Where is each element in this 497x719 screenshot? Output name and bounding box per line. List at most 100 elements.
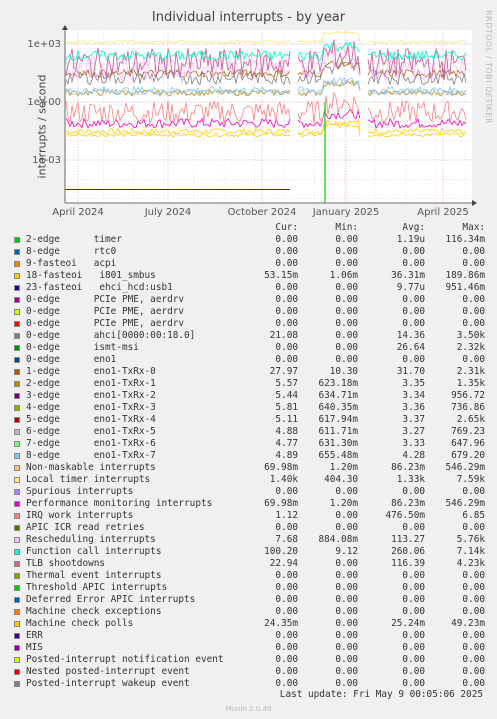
legend-value-min: 0.00 <box>335 642 358 653</box>
legend-swatch <box>14 609 20 615</box>
legend-value-max: 116.34m <box>445 234 485 245</box>
legend-row: Machine check polls 24.35m 0.00 25.24m 49.23… <box>12 618 492 630</box>
legend-swatch <box>14 537 20 543</box>
legend-swatch <box>14 489 20 495</box>
legend-label: Machine check exceptions <box>26 606 162 617</box>
legend-label: 4-edge eno1-TxRx-3 <box>26 402 156 413</box>
legend-value-min: 0.00 <box>335 246 358 257</box>
legend-label: MIS <box>26 642 43 653</box>
legend-label: 0-edge PCIe PME, aerdrv <box>26 306 185 317</box>
legend-value-min: 0.00 <box>335 570 358 581</box>
legend-swatch <box>14 417 20 423</box>
legend-swatch <box>14 297 20 303</box>
legend-row: 6-edge eno1-TxRx-5 4.88 611.71m 3.27 769.23 <box>12 426 492 438</box>
chart-svg: 1e+03 1e+00 1e-03 April 2024 July 2024 Octobe… <box>27 25 477 218</box>
legend-value-max: 2.65k <box>456 414 485 425</box>
legend-swatch <box>14 681 20 687</box>
legend-row: 0-edge PCIe PME, aerdrv 0.00 0.00 0.00 0.00 <box>12 294 492 306</box>
legend-row: 9-fasteoi acpi 0.00 0.00 0.00 0.00 <box>12 258 492 270</box>
legend-row: Function call interrupts 100.20 9.12 260.06… <box>12 546 492 558</box>
legend-row: Non-maskable interrupts 69.98m 1.20m 86.23m… <box>12 462 492 474</box>
legend-value-min: 0.00 <box>335 522 358 533</box>
legend-swatch <box>14 645 20 651</box>
legend-value-min: 631.30m <box>318 438 358 449</box>
legend-swatch <box>14 393 20 399</box>
legend-row: Performance monitoring interrupts 69.98m 1… <box>12 498 492 510</box>
legend-value-min: 617.94m <box>318 414 358 425</box>
legend-value-max: 0.00 <box>462 354 485 365</box>
legend-value-max: 2.31k <box>456 366 485 377</box>
legend-swatch <box>14 381 20 387</box>
legend-value-min: 0.00 <box>335 294 358 305</box>
x-axis-arrow <box>472 200 477 206</box>
legend-swatch <box>14 453 20 459</box>
legend-value-max: 679.20 <box>451 450 485 461</box>
legend-value-max: 4.23k <box>456 558 485 569</box>
legend-label: Spurious interrupts <box>26 486 134 497</box>
legend-value-min: 0.00 <box>335 654 358 665</box>
legend-row: 8-edge rtc0 0.00 0.00 0.00 0.00 <box>12 246 492 258</box>
legend-swatch <box>14 285 20 291</box>
legend-swatch <box>14 465 20 471</box>
legend-value-max: 2.32k <box>456 342 485 353</box>
legend-row: 0-edge PCIe PME, aerdrv 0.00 0.00 0.00 0.00 <box>12 306 492 318</box>
legend-value-min: 0.00 <box>335 606 358 617</box>
legend-value-max: 0.00 <box>462 654 485 665</box>
legend-label: IRQ work interrupts <box>26 510 134 521</box>
legend-value-max: 5.76k <box>456 534 485 545</box>
legend-label: Machine check polls <box>26 618 134 629</box>
legend-value-min: 0.00 <box>335 234 358 245</box>
legend-value-min: 10.30 <box>329 366 358 377</box>
legend-row: Local timer interrupts 1.40k 404.30 1.33k 7.… <box>12 474 492 486</box>
legend-row: 23-fasteoi ehci_hcd:usb1 0.00 0.00 9.77u 951… <box>12 282 492 294</box>
legend-label: 3-edge eno1-TxRx-2 <box>26 390 156 401</box>
legend-row: 0-edge ismt-msi 0.00 0.00 26.64 2.32k <box>12 342 492 354</box>
legend-value-min: 0.00 <box>335 678 358 689</box>
legend-value-max: 0.00 <box>462 666 485 677</box>
legend-value-max: 647.96 <box>451 438 485 449</box>
legend-value-max: 0.00 <box>462 246 485 257</box>
legend-value-max: 0.00 <box>462 258 485 269</box>
legend-value-max: 0.00 <box>462 582 485 593</box>
legend-row: Deferred Error APIC interrupts 0.00 0.00 0.… <box>12 594 492 606</box>
legend-value-max: 0.00 <box>462 306 485 317</box>
legend-header-min: Min: <box>335 222 358 233</box>
legend-label: 2-edge eno1-TxRx-1 <box>26 378 156 389</box>
munin-version: Munin 2.0.49 <box>225 705 272 713</box>
legend-value-min: 0.00 <box>335 558 358 569</box>
legend-value-max: 956.72 <box>451 390 485 401</box>
legend-swatch <box>14 273 20 279</box>
legend-swatch <box>14 573 20 579</box>
legend-row: MIS 0.00 0.00 0.00 0.00 <box>12 642 492 654</box>
legend-value-min: 1.06m <box>329 270 358 281</box>
legend-label: 1-edge eno1-TxRx-0 <box>26 366 156 377</box>
legend-value-min: 0.00 <box>335 630 358 641</box>
legend-value-min: 0.00 <box>335 306 358 317</box>
legend-row: Rescheduling interrupts 7.68 884.08m 113.27… <box>12 534 492 546</box>
legend-value-min: 884.08m <box>318 534 358 545</box>
legend-value-max: 0.00 <box>462 678 485 689</box>
legend-label: Deferred Error APIC interrupts <box>26 594 196 605</box>
legend-value-min: 404.30 <box>324 474 358 485</box>
legend-label: Non-maskable interrupts <box>26 462 156 473</box>
legend-swatch <box>14 669 20 675</box>
legend-value-min: 0.00 <box>335 582 358 593</box>
legend-value-min: 9.12 <box>335 546 358 557</box>
x-tick-label: April 2025 <box>417 207 468 218</box>
legend-label: 2-edge timer <box>26 234 122 245</box>
legend-value-min: 0.00 <box>335 618 358 629</box>
legend-swatch <box>14 369 20 375</box>
legend-value-max: 0.00 <box>462 486 485 497</box>
legend-swatch <box>14 405 20 411</box>
legend-swatch <box>14 561 20 567</box>
legend-row: 3-edge eno1-TxRx-2 5.44 634.71m 3.34 956.72 <box>12 390 492 402</box>
legend-row: 0-edge eno1 0.00 0.00 0.00 0.00 <box>12 354 492 366</box>
legend-value-max: 6.85 <box>462 510 485 521</box>
legend-label: 8-edge rtc0 <box>26 246 117 257</box>
legend-label: APIC ICR read retries <box>26 522 145 533</box>
legend-label: Performance monitoring interrupts <box>26 498 213 509</box>
legend-row: 1-edge eno1-TxRx-0 27.97 10.30 31.70 2.31k <box>12 366 492 378</box>
legend-swatch <box>14 621 20 627</box>
legend-swatch <box>14 585 20 591</box>
legend-value-min: 0.00 <box>335 342 358 353</box>
